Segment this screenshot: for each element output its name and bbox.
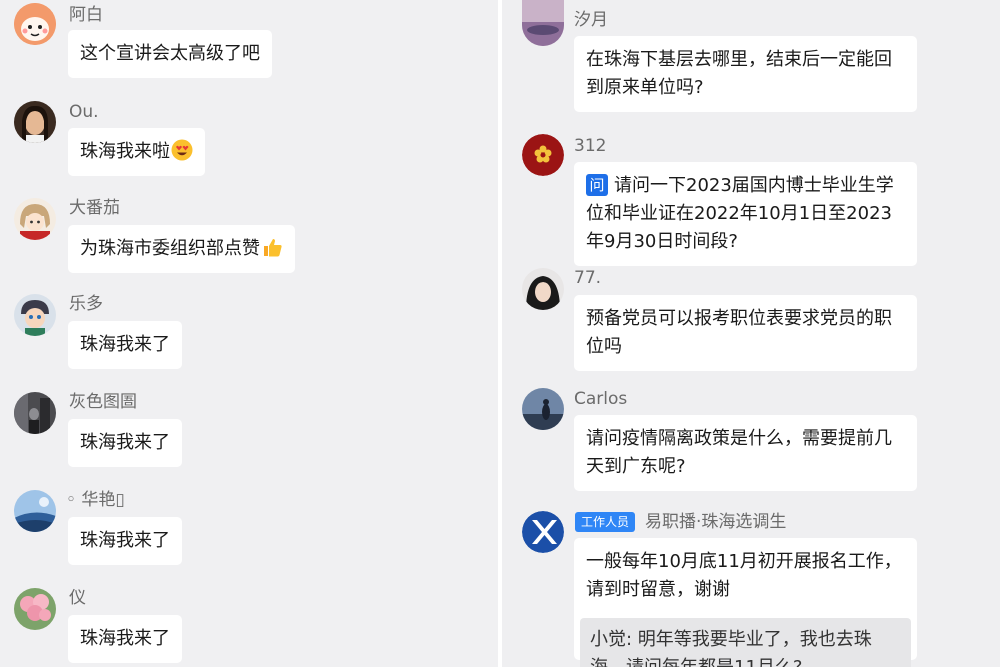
message-bubble[interactable]: 珠海我来啦 (68, 128, 205, 176)
message-text: 在珠海下基层去哪里，结束后一定能回到原来单位吗? (586, 49, 892, 98)
dark-photo-avatar[interactable] (14, 392, 56, 434)
sender-name: 大番茄 (69, 198, 120, 218)
thumbs-up-emoji (264, 239, 282, 257)
pink-flower-avatar[interactable] (14, 588, 56, 630)
sender-name: Carlos (574, 389, 628, 409)
message-text: 请问疫情隔离政策是什么，需要提前几天到广东呢? (586, 428, 892, 477)
message-bubble[interactable]: 在珠海下基层去哪里，结束后一定能回到原来单位吗? (574, 36, 917, 112)
sender-name: Ou. (69, 102, 99, 122)
message-bubble[interactable]: 珠海我来了 (68, 517, 182, 565)
sender-name: 77. (574, 268, 602, 288)
message-text: 为珠海市委组织部点赞 (80, 238, 260, 259)
heart-eyes-emoji (171, 139, 193, 161)
message-text: 珠海我来了 (80, 530, 170, 551)
message-bubble[interactable]: 这个宣讲会太高级了吧 (68, 30, 272, 78)
cartoon-face-avatar[interactable] (14, 3, 56, 45)
message-text: 预备党员可以报考职位表要求党员的职位吗 (586, 308, 892, 357)
message-bubble[interactable]: 珠海我来了 (68, 419, 182, 467)
quoted-text: 小觉: 明年等我要毕业了，我也去珠海，请问每年都是11月么? (590, 629, 872, 667)
message-bubble[interactable]: 珠海我来了 (68, 615, 182, 663)
message-bubble[interactable]: 问请问一下2023届国内博士毕业生学位和毕业证在2022年10月1日至2023年… (574, 162, 917, 266)
sender-name: 阿白 (69, 5, 103, 25)
sender-name: 灰色图圄 (69, 392, 137, 412)
sender-name: ◦ 华艳▯ (66, 490, 125, 510)
x-logo-avatar[interactable] (522, 511, 564, 553)
question-badge: 问 (586, 174, 608, 196)
girl-photo-avatar[interactable] (14, 101, 56, 143)
sender-name: 乐多 (69, 294, 103, 314)
anime-girl-avatar[interactable] (14, 198, 56, 240)
right-chat-panel: 汐月 在珠海下基层去哪里，结束后一定能回到原来单位吗? 312 问请问一下202… (502, 0, 1000, 667)
message-text: 这个宣讲会太高级了吧 (80, 43, 260, 64)
message-text: 请问一下2023届国内博士毕业生学位和毕业证在2022年10月1日至2023年9… (586, 175, 894, 252)
message-text: 珠海我来了 (80, 432, 170, 453)
message-text: 珠海我来啦 (80, 141, 170, 162)
sender-name: 汐月 (574, 10, 608, 30)
girl-selfie-avatar[interactable] (522, 268, 564, 310)
night-sky-avatar[interactable] (522, 388, 564, 430)
message-text: 一般每年10月底11月初开展报名工作，请到时留意，谢谢 (586, 551, 902, 600)
sunset-photo-avatar[interactable] (522, 0, 564, 46)
staff-badge: 工作人员 (575, 512, 636, 532)
left-chat-panel: 阿白 这个宣讲会太高级了吧 Ou. 珠海我来啦 大番茄 为珠海市委组织部点赞 乐… (0, 0, 498, 667)
sender-name: 易职播·珠海选调生 (645, 512, 787, 532)
cartoon-boy-avatar[interactable] (14, 294, 56, 336)
message-bubble[interactable]: 为珠海市委组织部点赞 (68, 225, 295, 273)
sender-name: 仪 (69, 588, 86, 608)
message-bubble[interactable]: 请问疫情隔离政策是什么，需要提前几天到广东呢? (574, 415, 917, 491)
quoted-message[interactable]: 小觉: 明年等我要毕业了，我也去珠海，请问每年都是11月么? (580, 618, 911, 667)
blue-photo-avatar[interactable] (14, 490, 56, 532)
message-text: 珠海我来了 (80, 628, 170, 649)
red-flower-avatar[interactable] (522, 134, 564, 176)
sender-name: 312 (574, 136, 607, 156)
message-text: 珠海我来了 (80, 334, 170, 355)
message-bubble[interactable]: 预备党员可以报考职位表要求党员的职位吗 (574, 295, 917, 371)
message-bubble[interactable]: 珠海我来了 (68, 321, 182, 369)
